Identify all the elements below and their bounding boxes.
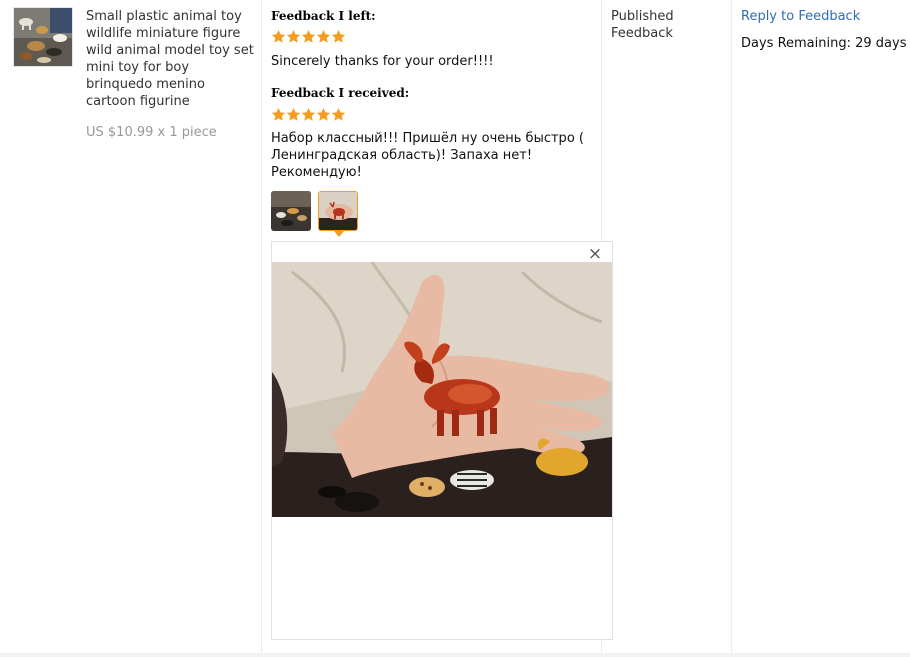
feedback-status: Published Feedback [611,9,674,41]
star-icon [286,29,301,44]
product-title[interactable]: Small plastic animal toy wildlife miniat… [86,8,254,110]
feedback-received-text: Набор классный!!! Пришёл ну очень быстро… [271,131,584,180]
column-divider [261,0,262,657]
star-icon [301,107,316,122]
feedback-received-rating [271,107,346,122]
feedback-left-heading: Feedback I left: [271,9,376,23]
active-thumbnail-pointer [334,231,344,237]
star-icon [271,29,286,44]
product-price: US $10.99 x 1 piece [86,125,217,140]
star-icon [331,29,346,44]
star-icon [286,107,301,122]
feedback-left-rating [271,29,346,44]
days-remaining-text: Days Remaining: 29 days [741,36,907,51]
star-icon [331,107,346,122]
product-thumbnail[interactable] [13,7,73,67]
star-icon [271,107,286,122]
star-icon [316,29,331,44]
feedback-received-heading: Feedback I received: [271,86,410,100]
star-icon [301,29,316,44]
row-bottom-border [0,653,910,657]
feedback-left-text: Sincerely thanks for your order!!!! [271,54,494,69]
feedback-photo-thumbnail-active[interactable] [318,191,358,231]
reply-to-feedback-link[interactable]: Reply to Feedback [741,8,860,25]
star-icon [316,107,331,122]
feedback-photo-thumbnail[interactable] [271,191,311,231]
close-icon[interactable]: × [586,245,604,263]
photo-preview-image [272,262,612,517]
column-divider [731,0,732,657]
